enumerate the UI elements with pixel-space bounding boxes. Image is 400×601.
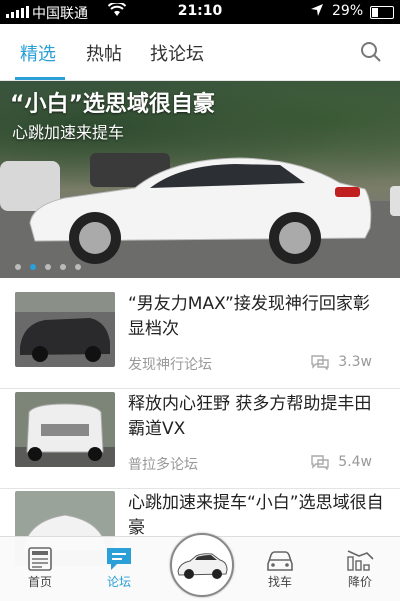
article-title[interactable]: “男友力MAX”接发现神行回家彰显档次 [128,292,386,342]
tab-find-forum[interactable]: 找论坛 [150,40,204,66]
chat-icon [107,548,131,570]
white-sedan-image [29,157,372,264]
view-count: 3.3w [338,354,372,370]
nav-label: 降价 [347,575,372,589]
carousel-dot[interactable] [15,264,21,270]
banner-subtitle: 心跳加速来提车 [12,123,125,142]
article-title[interactable]: 心跳加速来提车“小白”选思域很自豪 [128,491,386,541]
battery-percent: 29% [332,3,364,19]
nav-forum[interactable]: 论坛 [89,543,149,590]
car-icon [267,551,293,571]
article-views: 5.4w [310,454,372,470]
nav-label: 找车 [267,575,292,589]
top-tab-bar: 精选 热帖 找论坛 [0,24,400,81]
carousel-dot[interactable] [60,264,66,270]
article-thumbnail [15,292,115,367]
banner-carousel[interactable]: “小白”选思域很自豪 心跳加速来提车 [0,81,400,278]
carousel-dot[interactable] [45,264,51,270]
news-icon [28,547,52,571]
comment-icon [311,355,329,370]
search-icon[interactable] [360,41,382,63]
nav-find-car[interactable]: 找车 [250,543,310,590]
article-forum[interactable]: 发现神行论坛 [128,354,212,374]
status-bar: 中国联通 21:10 29% [0,0,400,24]
article-forum[interactable]: 普拉多论坛 [128,454,198,474]
article-item[interactable]: “男友力MAX”接发现神行回家彰显档次 发现神行论坛 3.3w [0,292,400,389]
nav-label: 首页 [27,575,52,589]
banner-title: “小白”选思域很自豪 [10,92,215,117]
tab-hot-posts[interactable]: 热帖 [86,40,122,66]
article-views: 3.3w [310,354,372,370]
article-title[interactable]: 释放内心狂野 获多方帮助提丰田霸道VX [128,392,386,442]
price-drop-icon [347,550,374,571]
nav-label: 论坛 [106,575,131,589]
car-photo [177,553,228,579]
comment-icon [311,455,329,470]
article-thumbnail [15,392,115,467]
nav-price-drop[interactable]: 降价 [330,543,390,590]
view-count: 5.4w [338,454,372,470]
location-icon [310,3,324,21]
carousel-dots [15,264,81,270]
battery-icon [370,6,394,19]
carousel-dot-active[interactable] [30,264,36,270]
car-photo-button[interactable] [170,533,234,597]
carousel-dot[interactable] [75,264,81,270]
nav-home[interactable]: 首页 [10,543,70,590]
active-tab-indicator [15,77,65,80]
article-item[interactable]: 释放内心狂野 获多方帮助提丰田霸道VX 普拉多论坛 5.4w [0,392,400,489]
bottom-nav: 首页 论坛 找车 降价 [0,533,400,601]
tab-featured[interactable]: 精选 [20,40,56,66]
